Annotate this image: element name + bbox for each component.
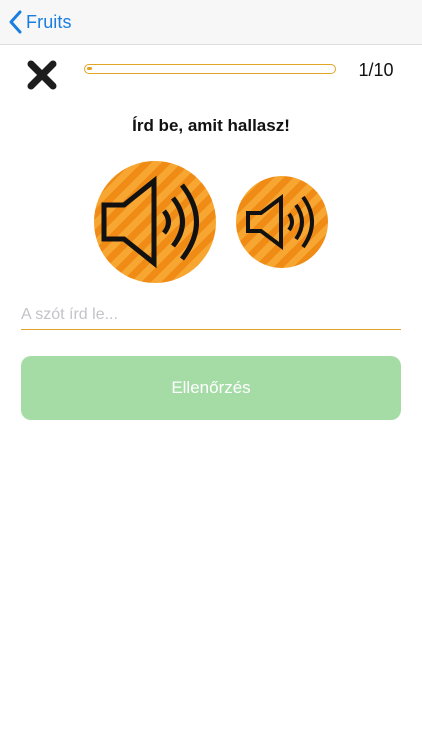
back-button[interactable]: Fruits: [8, 8, 72, 36]
play-audio-slow-button[interactable]: [236, 176, 328, 268]
question-counter: 1/10: [358, 60, 394, 80]
check-button-label: Ellenőrzés: [171, 378, 251, 397]
navigation-bar: Fruits: [0, 0, 422, 45]
instruction-text: Írd be, amit hallasz!: [132, 116, 290, 135]
progress-bar-fill: [87, 67, 92, 70]
back-button-label: Fruits: [26, 11, 72, 32]
close-icon: [25, 60, 59, 96]
check-button[interactable]: Ellenőrzés: [21, 356, 401, 420]
progress-bar: [84, 64, 336, 74]
answer-input[interactable]: [21, 300, 401, 330]
listening-exercise-screen: Fruits 1/10 Írd be, amit hallasz! A szót…: [0, 0, 422, 750]
chevron-left-icon: [8, 10, 22, 34]
play-audio-button[interactable]: [94, 161, 216, 283]
close-button[interactable]: [25, 58, 59, 92]
